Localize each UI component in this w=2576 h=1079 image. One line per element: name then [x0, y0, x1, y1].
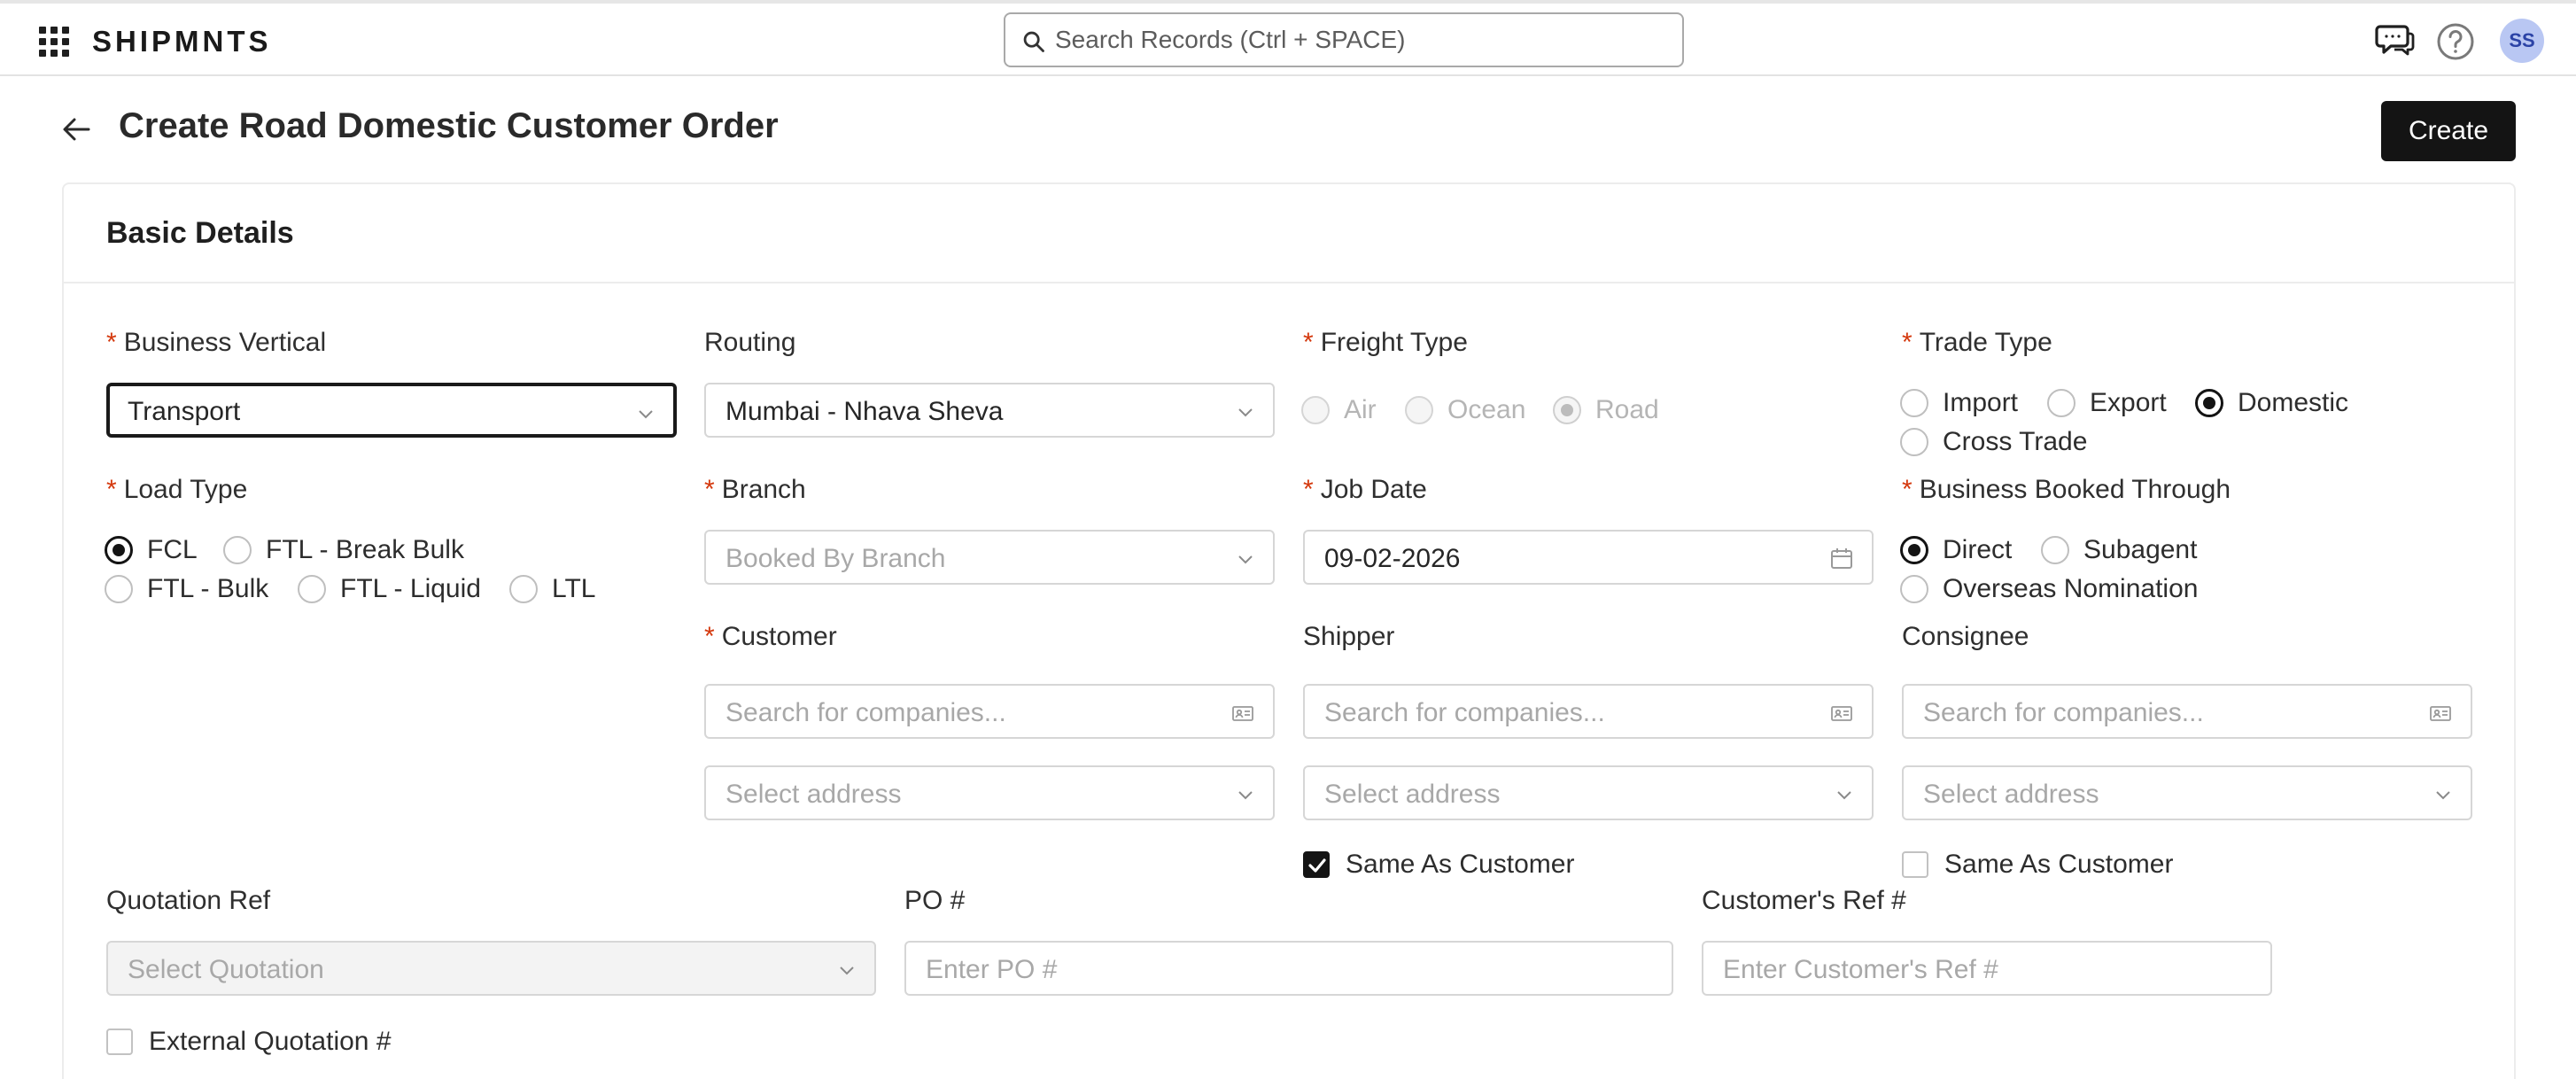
po-number-placeholder: Enter PO #	[926, 955, 1058, 984]
routing-label: Routing	[704, 328, 796, 357]
shipper-address-placeholder: Select address	[1324, 780, 1501, 809]
chevron-down-icon	[840, 966, 854, 975]
consignee-address-select[interactable]: Select address	[1902, 765, 2472, 820]
load-type-fcl-radio[interactable]: FCL	[105, 535, 198, 565]
id-card-icon	[1232, 706, 1253, 721]
booked-through-direct-radio[interactable]: Direct	[1900, 535, 2012, 565]
branch-placeholder: Booked By Branch	[725, 544, 946, 573]
shipper-label: Shipper	[1303, 622, 1395, 651]
trade-type-domestic-radio[interactable]: Domestic	[2195, 388, 2348, 418]
grid-icon[interactable]	[39, 27, 69, 57]
job-date-label: * Job Date	[1303, 475, 1427, 504]
freight-type-ocean-radio[interactable]: Ocean	[1405, 395, 1525, 425]
routing-select[interactable]: Mumbai - Nhava Sheva	[704, 383, 1275, 438]
section-title: Basic Details	[106, 216, 294, 250]
business-vertical-select[interactable]: Transport	[106, 383, 677, 438]
branch-select[interactable]: Booked By Branch	[704, 530, 1275, 585]
external-quotation-checkbox[interactable]: External Quotation #	[106, 1027, 392, 1057]
chevron-down-icon	[1837, 791, 1851, 800]
load-type-ftl-liquid-radio[interactable]: FTL - Liquid	[298, 574, 481, 604]
load-type-ltl-radio[interactable]: LTL	[509, 574, 595, 604]
quotation-ref-placeholder: Select Quotation	[128, 955, 324, 984]
trade-type-label: * Trade Type	[1902, 328, 2052, 357]
quotation-ref-label: Quotation Ref	[106, 886, 271, 915]
load-type-ftl-break-bulk-radio[interactable]: FTL - Break Bulk	[223, 535, 464, 565]
customer-ref-label: Customer's Ref #	[1702, 886, 1906, 915]
branch-label: * Branch	[704, 475, 806, 504]
arrow-left-icon[interactable]	[58, 113, 94, 145]
load-type-label: * Load Type	[106, 475, 248, 504]
card-header: Basic Details	[64, 184, 2514, 283]
job-date-value: 09-02-2026	[1324, 544, 1461, 573]
chevron-down-icon	[1238, 408, 1253, 417]
load-type-ftl-bulk-radio[interactable]: FTL - Bulk	[105, 574, 268, 604]
customer-ref-placeholder: Enter Customer's Ref #	[1723, 955, 1998, 984]
page-title: Create Road Domestic Customer Order	[119, 106, 779, 145]
customer-ref-input[interactable]: Enter Customer's Ref #	[1702, 941, 2272, 996]
id-card-icon	[1831, 706, 1852, 721]
consignee-address-placeholder: Select address	[1923, 780, 2099, 809]
consignee-search-input[interactable]: Search for companies...	[1902, 684, 2472, 739]
quotation-ref-select[interactable]: Select Quotation	[106, 941, 876, 996]
business-booked-through-label: * Business Booked Through	[1902, 475, 2231, 504]
trade-type-cross-trade-radio[interactable]: Cross Trade	[1900, 427, 2087, 457]
trade-type-export-radio[interactable]: Export	[2047, 388, 2167, 418]
search-input[interactable]	[1055, 23, 1666, 57]
help-icon[interactable]	[2434, 20, 2477, 63]
customer-placeholder: Search for companies...	[725, 698, 1006, 727]
customer-address-select[interactable]: Select address	[704, 765, 1275, 820]
shipper-placeholder: Search for companies...	[1324, 698, 1605, 727]
search-icon	[1023, 31, 1044, 52]
booked-through-overseas-nomination-radio[interactable]: Overseas Nomination	[1900, 574, 2198, 604]
shipper-address-select[interactable]: Select address	[1303, 765, 1874, 820]
shipper-search-input[interactable]: Search for companies...	[1303, 684, 1874, 739]
top-bar: SHIPMNTS SS	[0, 0, 2576, 76]
trade-type-import-radio[interactable]: Import	[1900, 388, 2018, 418]
consignee-same-as-customer-checkbox[interactable]: Same As Customer	[1902, 850, 2173, 880]
id-card-icon	[2430, 706, 2451, 721]
calendar-icon[interactable]	[1829, 547, 1854, 571]
create-button[interactable]: Create	[2381, 101, 2516, 161]
customer-address-placeholder: Select address	[725, 780, 902, 809]
consignee-label: Consignee	[1902, 622, 2029, 651]
booked-through-subagent-radio[interactable]: Subagent	[2041, 535, 2197, 565]
job-date-picker[interactable]: 09-02-2026	[1303, 530, 1874, 585]
business-vertical-label: * Business Vertical	[106, 328, 327, 357]
chevron-down-icon	[1238, 791, 1253, 800]
customer-search-input[interactable]: Search for companies...	[704, 684, 1275, 739]
po-number-input[interactable]: Enter PO #	[904, 941, 1673, 996]
user-avatar[interactable]: SS	[2500, 19, 2544, 63]
freight-type-air-radio[interactable]: Air	[1301, 395, 1377, 425]
chevron-down-icon	[2436, 791, 2450, 800]
chevron-down-icon	[1238, 555, 1253, 564]
freight-type-label: * Freight Type	[1303, 328, 1468, 357]
global-search[interactable]	[1004, 12, 1684, 67]
shipper-same-as-customer-checkbox[interactable]: Same As Customer	[1303, 850, 1574, 880]
freight-type-road-radio[interactable]: Road	[1553, 395, 1659, 425]
routing-value: Mumbai - Nhava Sheva	[725, 397, 1004, 426]
po-number-label: PO #	[904, 886, 966, 915]
consignee-placeholder: Search for companies...	[1923, 698, 2204, 727]
business-vertical-value: Transport	[128, 397, 241, 426]
chevron-down-icon	[639, 410, 653, 419]
chat-icon[interactable]	[2374, 18, 2417, 60]
brand-logo[interactable]: SHIPMNTS	[92, 25, 272, 58]
customer-label: * Customer	[704, 622, 837, 651]
